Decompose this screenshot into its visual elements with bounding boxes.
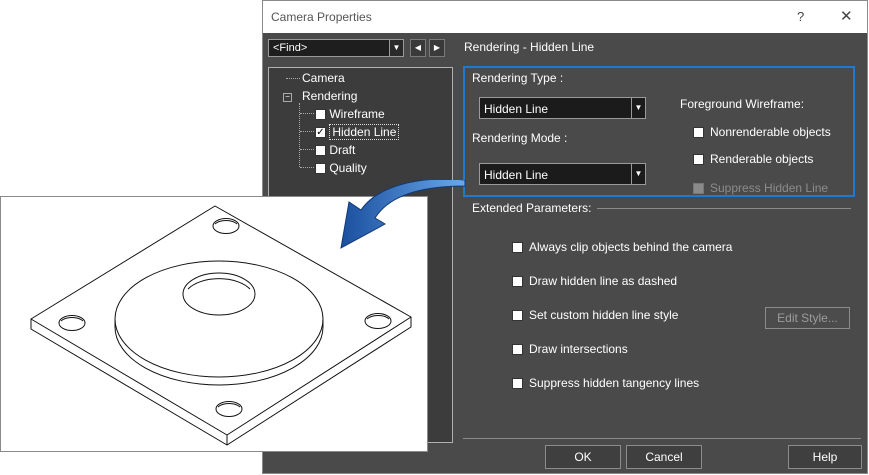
nav-back-button[interactable]: ◀ xyxy=(410,39,426,57)
tree-connector xyxy=(300,149,314,150)
tree-item-wireframe[interactable]: Wireframe xyxy=(315,107,385,121)
ok-button[interactable]: OK xyxy=(545,445,621,469)
option-label: Draw hidden line as dashed xyxy=(529,274,678,288)
rendering-mode-label: Rendering Mode : xyxy=(472,131,568,145)
nonrenderable-objects-checkbox[interactable] xyxy=(693,127,704,139)
option-label: Draw intersections xyxy=(529,342,628,356)
always-clip-option[interactable]: Always clip objects behind the camera xyxy=(512,240,732,254)
rendering-mode-value: Hidden Line xyxy=(484,168,549,182)
option-label: Renderable objects xyxy=(710,152,814,166)
suppress-tangency-option[interactable]: Suppress hidden tangency lines xyxy=(512,376,699,390)
nav-forward-button[interactable]: ▶ xyxy=(429,39,445,57)
chevron-down-icon[interactable]: ▼ xyxy=(631,98,645,118)
cancel-button[interactable]: Cancel xyxy=(626,445,702,469)
tree-item-rendering[interactable]: Rendering xyxy=(302,89,357,103)
draw-dashed-option[interactable]: Draw hidden line as dashed xyxy=(512,274,677,288)
wireframe-checkbox[interactable] xyxy=(315,109,326,121)
rendering-type-label: Rendering Type : xyxy=(472,71,564,85)
rendering-type-value: Hidden Line xyxy=(484,102,549,116)
tree-item-quality[interactable]: Quality xyxy=(315,161,367,175)
section-divider xyxy=(597,208,851,209)
tree-connector xyxy=(286,78,300,79)
tree-item-draft[interactable]: Draft xyxy=(315,143,355,157)
foreground-wireframe-label: Foreground Wireframe: xyxy=(680,97,805,111)
mount-hole-inner xyxy=(60,317,84,322)
mount-hole-inner xyxy=(217,403,241,408)
edit-style-button[interactable]: Edit Style... xyxy=(765,307,850,329)
panel-title: Rendering - Hidden Line xyxy=(464,40,595,54)
help-button[interactable]: Help xyxy=(788,445,862,469)
nonrenderable-objects-option[interactable]: Nonrenderable objects xyxy=(693,125,831,139)
draw-intersections-option[interactable]: Draw intersections xyxy=(512,342,628,356)
suppress-tangency-checkbox[interactable] xyxy=(512,378,523,390)
option-label: Suppress Hidden Line xyxy=(710,181,829,195)
suppress-hidden-line-option: Suppress Hidden Line xyxy=(693,181,828,195)
chevron-down-icon[interactable]: ▼ xyxy=(389,40,403,56)
plate-right-edge xyxy=(226,317,412,446)
collapse-icon[interactable]: − xyxy=(283,93,292,102)
find-value: <Find> xyxy=(273,42,308,54)
tree-connector xyxy=(300,113,314,114)
arrow-right-icon: ▶ xyxy=(433,43,441,52)
renderable-objects-checkbox[interactable] xyxy=(693,154,704,166)
rendering-type-select[interactable]: Hidden Line ▼ xyxy=(479,97,646,119)
hidden-line-checkbox[interactable]: ✓ xyxy=(315,127,326,139)
tree-item-label: Quality xyxy=(329,161,367,175)
rendering-mode-select[interactable]: Hidden Line ▼ xyxy=(479,163,646,185)
center-hole-inner xyxy=(187,278,251,290)
arrow-left-icon: ◀ xyxy=(414,43,422,52)
help-icon[interactable]: ? xyxy=(797,9,804,24)
plate-front-edge xyxy=(30,319,228,446)
footer-divider xyxy=(463,438,861,439)
draft-checkbox[interactable] xyxy=(315,145,326,157)
draw-dashed-checkbox[interactable] xyxy=(512,276,523,288)
window-title: Camera Properties xyxy=(271,10,372,24)
tree-item-label: Wireframe xyxy=(329,107,385,121)
curved-arrow-icon xyxy=(340,180,466,249)
boss-side xyxy=(114,319,324,386)
title-bar: Camera Properties ? ✕ xyxy=(263,1,867,33)
tree-item-label: Hidden Line xyxy=(329,124,400,140)
tree-item-label: Draft xyxy=(329,143,356,157)
quality-checkbox[interactable] xyxy=(315,163,326,175)
custom-line-style-option[interactable]: Set custom hidden line style xyxy=(512,308,678,322)
tree-connector xyxy=(300,131,314,132)
option-label: Set custom hidden line style xyxy=(529,308,679,322)
tree-item-hidden-line[interactable]: ✓ Hidden Line xyxy=(315,124,400,140)
option-label: Always clip objects behind the camera xyxy=(529,240,733,254)
mount-hole-inner xyxy=(214,220,238,225)
chevron-down-icon[interactable]: ▼ xyxy=(631,164,645,184)
option-label: Suppress hidden tangency lines xyxy=(529,376,700,390)
center-hole xyxy=(182,272,256,316)
draw-intersections-checkbox[interactable] xyxy=(512,344,523,356)
mount-hole-inner xyxy=(366,315,390,320)
custom-line-style-checkbox[interactable] xyxy=(512,310,523,322)
close-icon[interactable]: ✕ xyxy=(840,7,853,25)
suppress-hidden-line-checkbox xyxy=(693,183,704,195)
find-combo[interactable]: <Find> ▼ xyxy=(268,39,404,57)
option-label: Nonrenderable objects xyxy=(710,125,831,139)
tree-connector xyxy=(300,167,314,168)
renderable-objects-option[interactable]: Renderable objects xyxy=(693,152,813,166)
always-clip-checkbox[interactable] xyxy=(512,242,523,254)
tree-item-camera[interactable]: Camera xyxy=(302,71,345,85)
extended-parameters-label: Extended Parameters: xyxy=(472,201,592,215)
